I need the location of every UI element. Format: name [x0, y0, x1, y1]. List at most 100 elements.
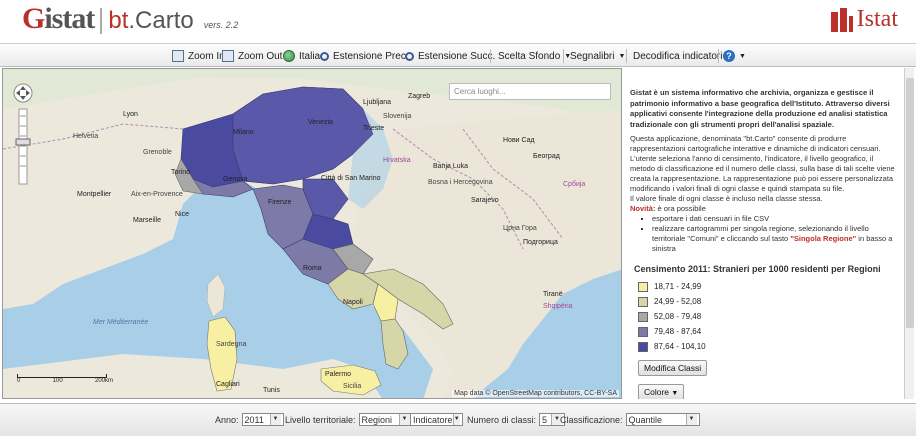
map-label: Nice — [175, 211, 190, 218]
map-toolbar: Zoom In Zoom Out Italia Estensione Prec.… — [0, 43, 916, 67]
zoom-out-label: Zoom Out — [238, 50, 283, 62]
chevron-down-icon: ▼ — [685, 414, 697, 425]
zoom-in-button[interactable]: Zoom In — [172, 44, 225, 68]
map-label: Нови Сад — [503, 137, 535, 144]
magnifier-next-icon — [405, 51, 414, 61]
logo-separator — [100, 8, 103, 34]
novita-text: è ora possibile — [657, 204, 706, 213]
pan-zoom-control[interactable] — [11, 81, 35, 191]
istat-brand-word: Istat — [856, 6, 898, 32]
zoom-in-label: Zoom In — [188, 50, 225, 62]
zoom-in-icon — [172, 50, 184, 62]
map-label: Banja Luka — [433, 163, 469, 170]
legend-swatch — [638, 341, 648, 352]
map-label: Београд — [533, 153, 560, 160]
map-label: Napoli — [343, 299, 363, 306]
toolbar-divider — [626, 49, 627, 63]
map-label: Roma — [303, 265, 322, 272]
map-attribution[interactable]: Map data © OpenStreetMap contributors, C… — [452, 390, 619, 397]
intro-text: Gistat è un sistema informativo che arch… — [630, 88, 890, 129]
bookmarks-menu-label: Segnalibri — [570, 50, 615, 62]
chevron-down-icon: ▼ — [452, 414, 460, 425]
anno-label: Anno: — [215, 414, 239, 425]
extent-prev-button[interactable]: Estensione Prec. — [320, 44, 409, 68]
scale-zero: 0 — [17, 378, 21, 384]
map-label: Grenoble — [143, 149, 172, 156]
map-label: Slovenija — [383, 113, 412, 120]
toolbar-divider — [718, 49, 719, 63]
map-label: Lyon — [123, 111, 138, 118]
legend-item: 79,48 - 87,64 — [638, 326, 904, 337]
map-label: Србија — [563, 181, 586, 188]
background-menu-label: Scelta Sfondo — [498, 50, 561, 62]
map-label: Montpellier — [77, 191, 112, 198]
zoom-out-button[interactable]: Zoom Out — [222, 44, 282, 68]
anno-select[interactable]: 2011 ▼ — [241, 413, 284, 426]
scrollbar-thumb[interactable] — [906, 78, 914, 328]
scale-mid: 100 — [52, 378, 63, 384]
list-item: esportare i dati censuari in file CSV — [652, 214, 900, 224]
pan-zoom-icon — [13, 83, 33, 185]
classificazione-label: Classificazione: — [560, 414, 623, 425]
map-label: Sicilia — [343, 383, 362, 390]
map-label: Torino — [171, 169, 191, 176]
logo-carto: .Carto — [128, 7, 194, 34]
description-body: Questa applicazione, denominata "bt.Cart… — [630, 134, 895, 193]
color-menu-button[interactable]: Colore ▼ — [638, 384, 685, 399]
chevron-down-icon: ▼ — [618, 52, 626, 60]
chevron-down-icon: ▼ — [398, 414, 410, 425]
map-label: Zagreb — [408, 93, 431, 100]
istat-brand-logo: Istat — [830, 6, 898, 33]
zoom-out-icon — [222, 50, 234, 62]
extent-next-label: Estensione Succ. — [418, 50, 496, 62]
app-header: Gistat bt .Carto vers. 2.2 Istat — [0, 0, 916, 42]
toolbar-divider — [563, 49, 564, 63]
bookmarks-menu[interactable]: Segnalibri ▼ — [570, 44, 625, 68]
indicatore-select[interactable]: Indicatore ▼ — [410, 413, 463, 426]
map-label: Marseille — [133, 217, 162, 224]
map-label: Црна Гора — [503, 225, 537, 232]
magnifier-prev-icon — [320, 51, 329, 61]
decode-indicators-label: Decodifica indicatori — [633, 50, 723, 62]
panel-scrollbar[interactable] — [904, 68, 914, 399]
map-label: Shqipëria — [543, 303, 573, 310]
legend-item: 87,64 - 104,10 — [638, 341, 904, 352]
list-item: realizzare cartogrammi per singola regio… — [652, 224, 900, 254]
map-view[interactable]: Cerca luoghi... Helvetia Lyon Grenoble T… — [2, 68, 622, 399]
scale-end: 200km — [94, 378, 113, 384]
legend-title: Censimento 2011: Stranieri per 1000 resi… — [634, 264, 881, 274]
istat-mark-icon — [830, 7, 853, 32]
background-menu[interactable]: Scelta Sfondo ▼ — [498, 44, 571, 68]
chevron-down-icon: ▼ — [269, 414, 281, 425]
map-label: Tunis — [263, 387, 280, 394]
map-label: Genova — [223, 176, 248, 183]
map-label: Helvetia — [73, 133, 99, 140]
map-label: Подгорица — [523, 239, 558, 246]
legend-item: 52,08 - 79,48 — [638, 311, 904, 322]
map-label: Milano — [233, 129, 254, 136]
livello-select[interactable]: Regioni ▼ — [358, 413, 413, 426]
legend-item: 18,71 - 24,99 — [638, 281, 904, 292]
help-menu[interactable]: ? ▼ — [723, 44, 746, 68]
help-icon: ? — [723, 50, 735, 62]
map-label: Bosna i Hercegovina — [428, 179, 493, 186]
map-label: Mer Méditerranée — [93, 319, 149, 326]
classificazione-select[interactable]: Quantile ▼ — [625, 413, 700, 426]
legend-swatch — [638, 296, 648, 307]
map-label: Sarajevo — [471, 197, 499, 204]
map-label: Cagliari — [216, 381, 240, 388]
italia-button[interactable]: Italia — [283, 44, 320, 68]
modify-classes-button[interactable]: Modifica Classi — [638, 360, 708, 376]
map-label: Sardegna — [216, 341, 247, 348]
query-bar: Anno: 2011 ▼ Livello territoriale: Region… — [0, 403, 916, 436]
legend: 18,71 - 24,99 24,99 - 52,08 52,08 - 79,4… — [626, 281, 904, 352]
place-search-input[interactable]: Cerca luoghi... — [449, 83, 611, 100]
extent-next-button[interactable]: Estensione Succ. — [405, 44, 495, 68]
logo-g: G — [22, 2, 45, 35]
map-label: Firenze — [268, 199, 292, 206]
extent-prev-label: Estensione Prec. — [333, 50, 409, 62]
novita-list: esportare i dati censuari in file CSV re… — [630, 214, 900, 254]
map-label: Trieste — [363, 125, 385, 132]
legend-swatch — [638, 281, 648, 292]
scale-bar: 0 100 200km — [17, 374, 113, 384]
